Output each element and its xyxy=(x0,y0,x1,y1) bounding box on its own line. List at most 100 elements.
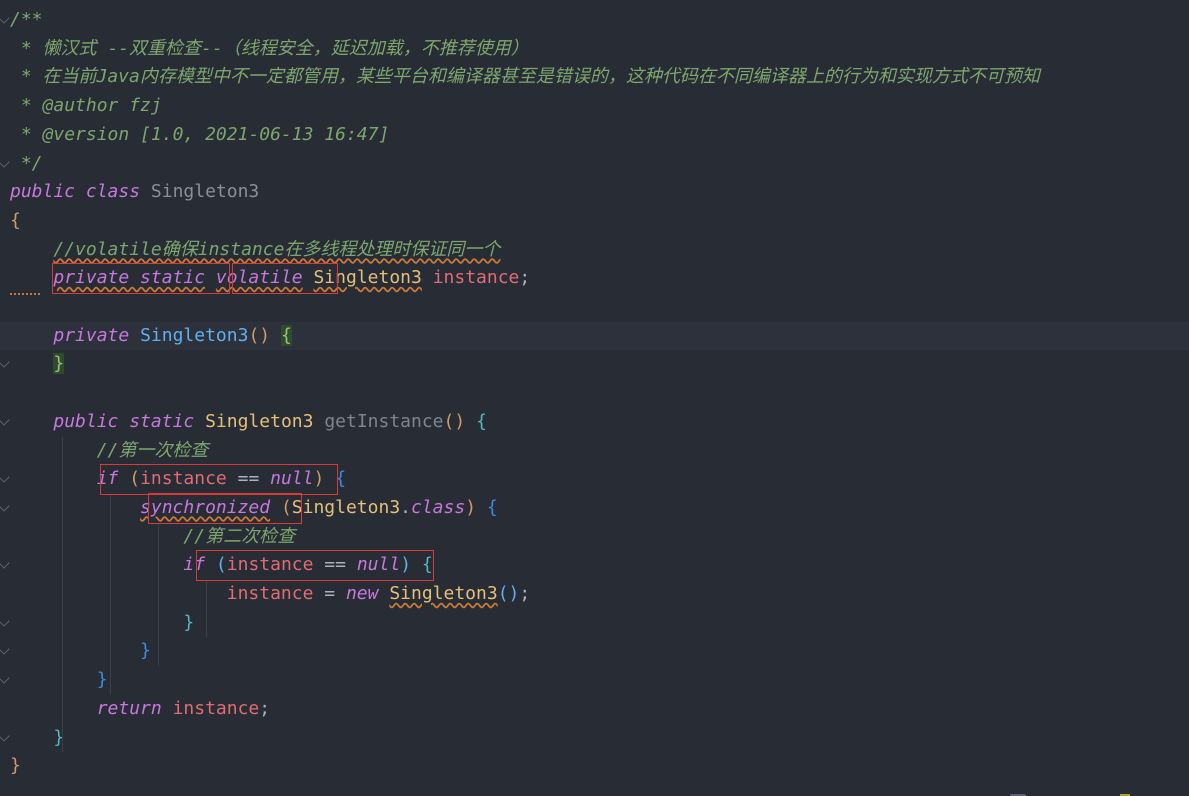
code-line[interactable]: * 在当前Java内存模型中不一定都管用，某些平台和编译器甚至是错误的，这种代码… xyxy=(0,63,1189,92)
code-token: * 在当前Java内存模型中不一定都管用，某些平台和编译器甚至是错误的，这种代码… xyxy=(10,66,1040,88)
code-line-text: * @author fzj xyxy=(10,92,162,121)
code-line-text: */ xyxy=(10,150,43,179)
code-line[interactable]: /** xyxy=(0,6,1189,35)
code-token: { xyxy=(486,496,498,518)
code-token: //volatile确保instance在多线程处理时保证同一个 xyxy=(53,238,501,260)
code-token: } xyxy=(183,611,195,633)
code-line[interactable]: } xyxy=(0,609,1189,638)
code-token: //第二次检查 xyxy=(183,525,296,547)
code-line[interactable]: return instance; xyxy=(0,695,1189,724)
code-token: class xyxy=(411,496,466,518)
code-token: Singleton3 xyxy=(291,496,401,518)
code-line-text: public static Singleton3 getInstance() { xyxy=(10,408,487,437)
code-line-text: //第二次检查 xyxy=(10,523,295,552)
code-token: * xyxy=(10,123,43,145)
code-line[interactable]: instance = new Singleton3(); xyxy=(0,580,1189,609)
code-line[interactable]: } xyxy=(0,752,1189,781)
code-token: instance xyxy=(432,267,520,289)
code-line[interactable] xyxy=(0,293,1189,322)
code-line[interactable]: //volatile确保instance在多线程处理时保证同一个 xyxy=(0,236,1189,265)
code-line-text: * 懒汉式 --双重检查--（线程安全，延迟加载，不推荐使用） xyxy=(10,35,529,64)
private-static-highlight xyxy=(52,263,230,294)
code-token: Singleton3 xyxy=(205,410,314,432)
code-token: ; xyxy=(519,267,531,289)
code-token: @version xyxy=(42,123,130,145)
code-token: } xyxy=(96,669,108,691)
code-token: Singleton3 xyxy=(389,583,498,604)
code-token: */ xyxy=(10,152,43,174)
code-token: private xyxy=(53,324,130,346)
code-line[interactable]: * 懒汉式 --双重检查--（线程安全，延迟加载，不推荐使用） xyxy=(0,35,1189,64)
code-line-text: private Singleton3() { xyxy=(10,322,292,351)
code-line-text: } xyxy=(10,609,194,638)
code-line[interactable]: } xyxy=(0,666,1189,695)
code-token: public xyxy=(10,181,76,203)
code-line[interactable]: } xyxy=(0,724,1189,753)
code-token: [1.0, 2021-06-13 16:47] xyxy=(129,123,390,145)
warning-squiggle xyxy=(10,289,40,295)
second-if-highlight xyxy=(196,550,434,581)
code-line[interactable]: * @author fzj xyxy=(0,92,1189,121)
code-token: @author xyxy=(42,95,119,117)
code-line[interactable]: } xyxy=(0,637,1189,666)
code-token: } xyxy=(53,353,65,375)
indent-guide xyxy=(158,522,159,667)
code-line[interactable]: if (instance == null) { xyxy=(0,551,1189,580)
code-token: instance xyxy=(226,583,314,604)
code-line[interactable]: //第一次检查 xyxy=(0,437,1189,466)
code-token: = xyxy=(313,583,346,604)
code-token: * xyxy=(10,95,43,117)
code-line[interactable]: } xyxy=(0,350,1189,379)
code-token: return xyxy=(96,697,162,719)
code-token: ) xyxy=(465,496,477,518)
code-line-text: { xyxy=(10,207,21,236)
code-token: { xyxy=(10,209,21,231)
code-token: . xyxy=(400,496,411,518)
code-line-text: public class Singleton3 xyxy=(10,178,259,207)
code-token: ; xyxy=(259,697,271,719)
code-token: () xyxy=(443,410,466,432)
code-line[interactable]: { xyxy=(0,207,1189,236)
code-token: /** xyxy=(10,9,43,30)
code-line-text: } xyxy=(10,666,108,695)
code-token: ; xyxy=(519,583,531,604)
synchronized-highlight xyxy=(148,492,302,524)
code-line-text: * 在当前Java内存模型中不一定都管用，某些平台和编译器甚至是错误的，这种代码… xyxy=(10,63,1040,92)
code-line[interactable]: private Singleton3() { xyxy=(0,321,1189,351)
volatile-highlight xyxy=(232,263,338,294)
indent-guide xyxy=(206,580,207,638)
code-line[interactable]: //第二次检查 xyxy=(0,523,1189,552)
code-token: new xyxy=(345,583,379,604)
code-line-text: } xyxy=(10,752,21,781)
code-token: fzj xyxy=(118,95,162,117)
code-line[interactable] xyxy=(0,379,1189,408)
code-line[interactable]: public static Singleton3 getInstance() { xyxy=(0,408,1189,437)
code-token: instance xyxy=(172,697,260,719)
code-token: Singleton3 xyxy=(140,324,249,346)
code-line[interactable]: public class Singleton3 xyxy=(0,178,1189,207)
code-line-text: //volatile确保instance在多线程处理时保证同一个 xyxy=(10,236,500,265)
code-line-text: } xyxy=(10,724,64,753)
code-line[interactable]: * @version [1.0, 2021-06-13 16:47] xyxy=(0,121,1189,150)
code-line-text: instance = new Singleton3(); xyxy=(10,580,530,609)
code-editor[interactable]: /** * 懒汉式 --双重检查--（线程安全，延迟加载，不推荐使用） * 在当… xyxy=(0,0,1189,796)
code-line-text: /** xyxy=(10,6,43,35)
code-token: } xyxy=(140,640,151,662)
code-line[interactable]: */ xyxy=(0,150,1189,179)
